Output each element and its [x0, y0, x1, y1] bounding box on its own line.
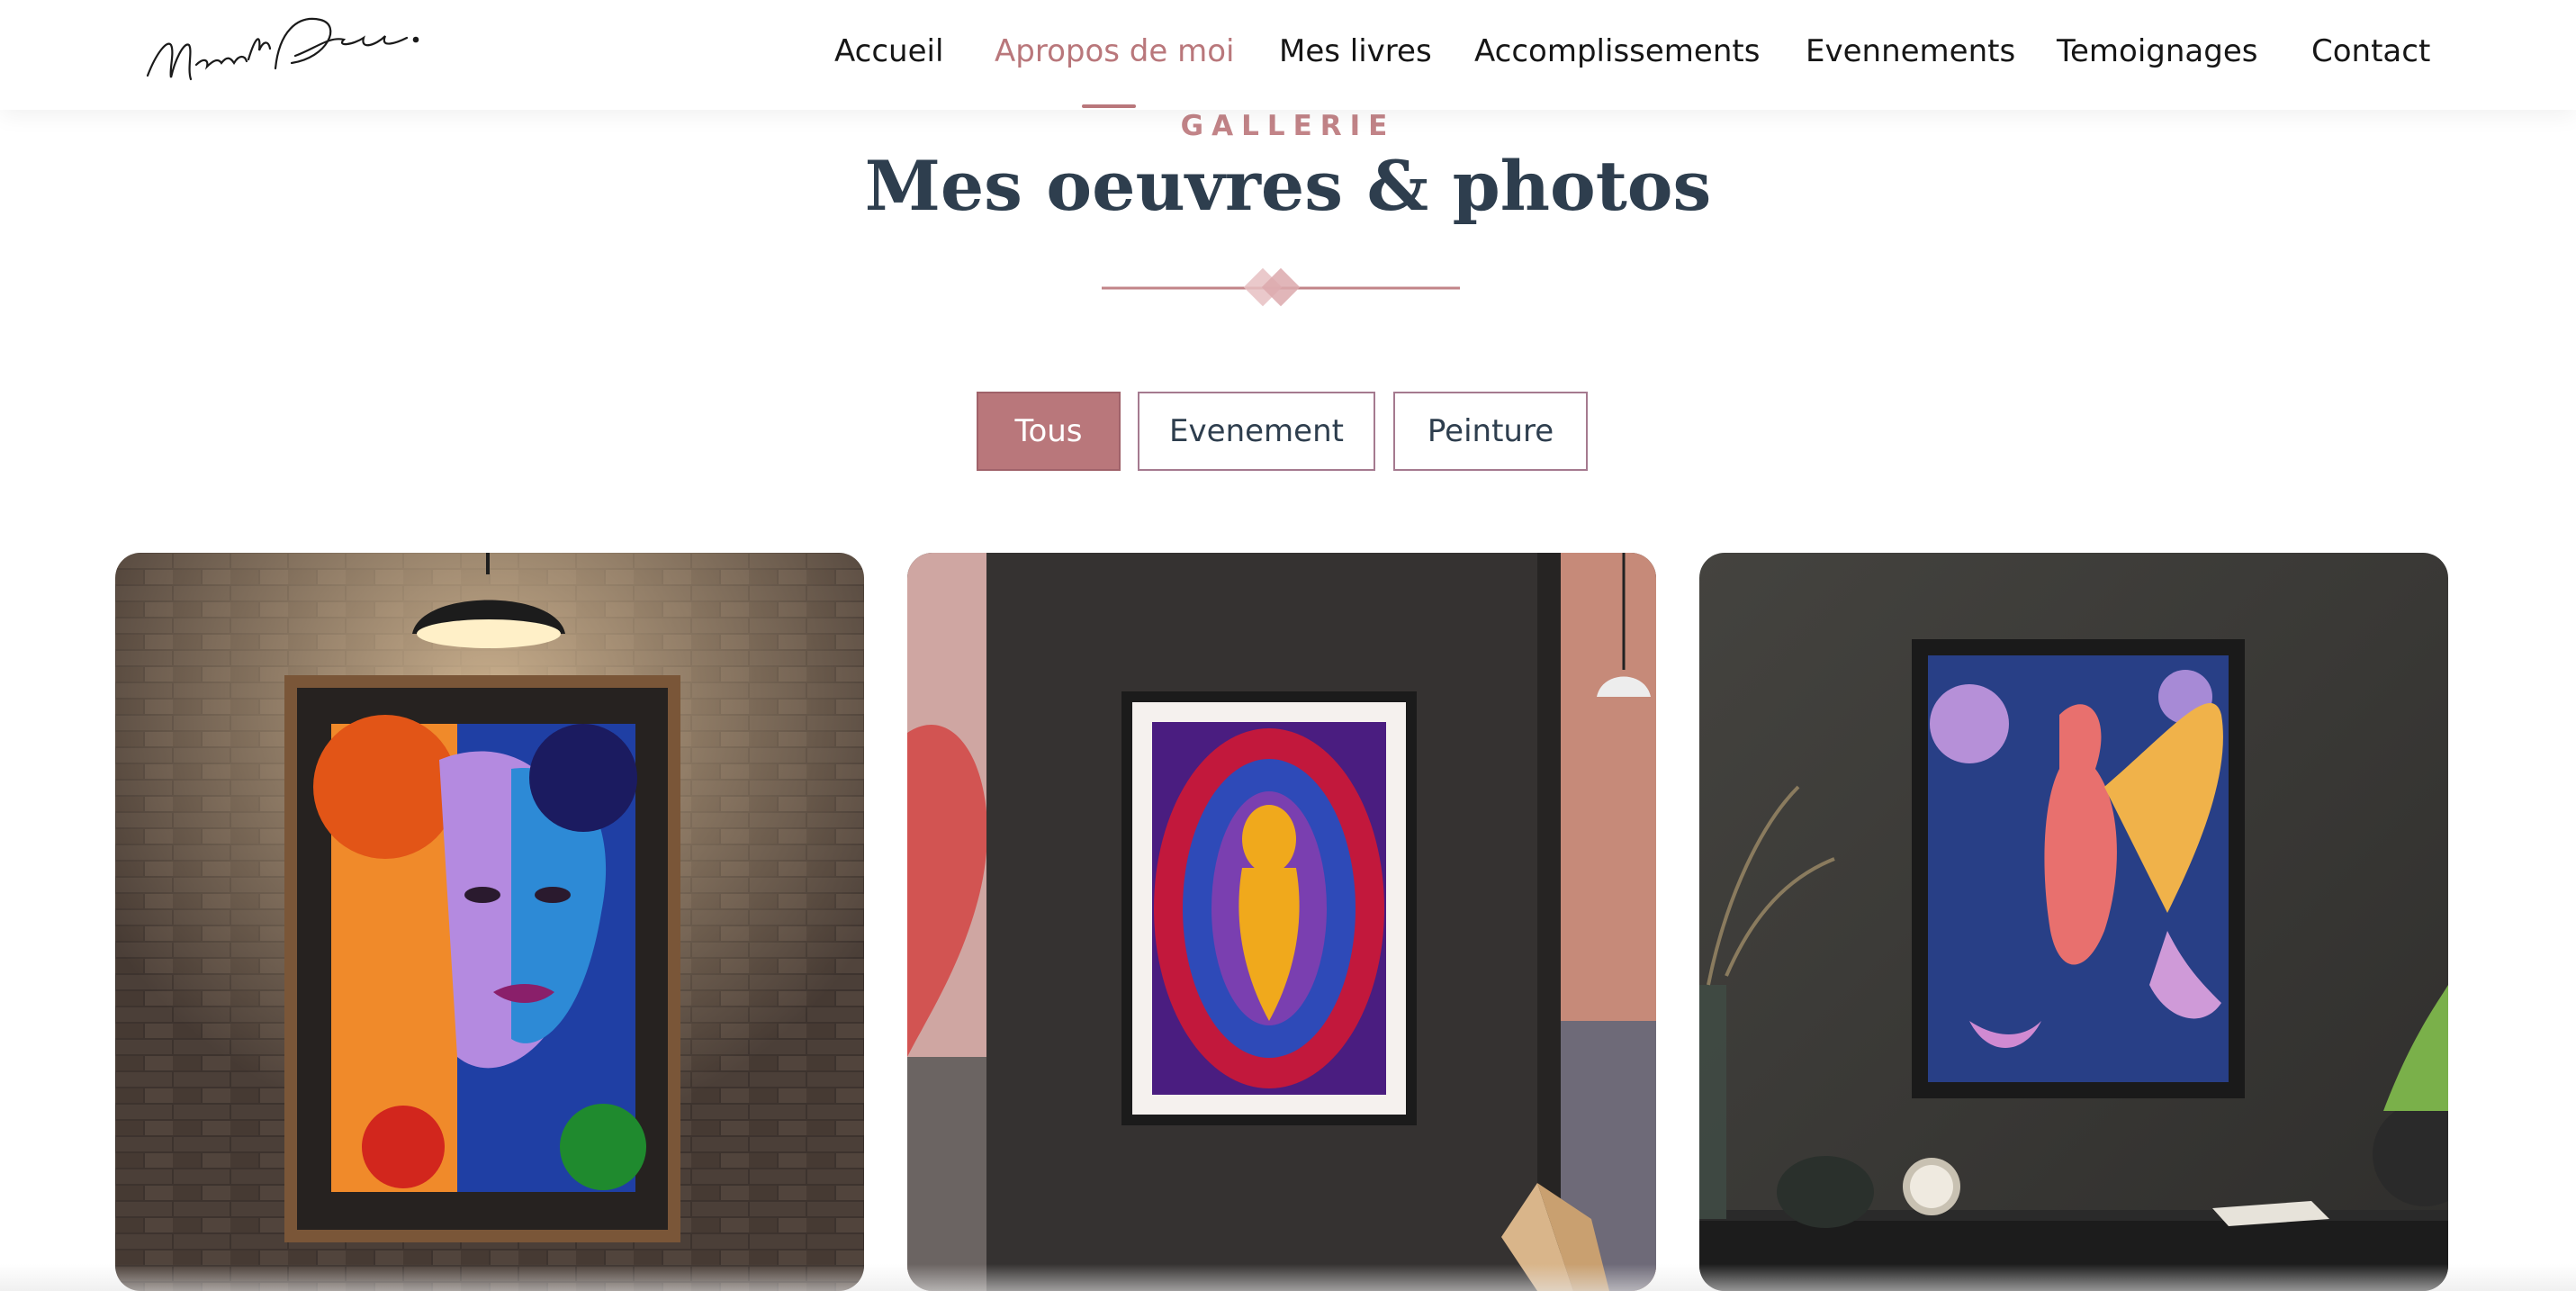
section-title: Mes oeuvres & photos	[864, 146, 1712, 226]
gallery-image-face-painting	[115, 553, 864, 1291]
nav-item-evennements[interactable]: Evennements	[1806, 30, 2015, 73]
gallery-filters: Tous Evenement Peinture	[0, 392, 2576, 471]
nav-item-mes-livres[interactable]: Mes livres	[1279, 30, 1432, 73]
nav-item-temoignages[interactable]: Temoignages	[2057, 30, 2257, 73]
nav-item-contact[interactable]: Contact	[2311, 30, 2430, 73]
gallery-image-winged-figure-painting	[1699, 553, 2448, 1291]
gallery-image-golden-figure-painting	[907, 553, 1656, 1291]
gallery-item-2[interactable]	[907, 553, 1656, 1291]
gallery-item-1[interactable]	[115, 553, 864, 1291]
active-nav-indicator	[1082, 104, 1136, 108]
main-nav: Accueil Apropos de moi Mes livres Accomp…	[0, 0, 2576, 110]
gallery-item-3[interactable]	[1699, 553, 2448, 1291]
filter-tous-button[interactable]: Tous	[977, 392, 1121, 471]
nav-item-accomplissements[interactable]: Accomplissements	[1474, 30, 1760, 73]
nav-item-accueil[interactable]: Accueil	[834, 30, 943, 73]
filter-evenement-button[interactable]: Evenement	[1138, 392, 1375, 471]
section-eyebrow: GALLERIE	[1180, 110, 1396, 142]
filter-peinture-button[interactable]: Peinture	[1393, 392, 1588, 471]
site-header: Accueil Apropos de moi Mes livres Accomp…	[0, 0, 2576, 110]
nav-item-apropos[interactable]: Apropos de moi	[995, 30, 1234, 73]
title-divider	[1102, 267, 1460, 307]
